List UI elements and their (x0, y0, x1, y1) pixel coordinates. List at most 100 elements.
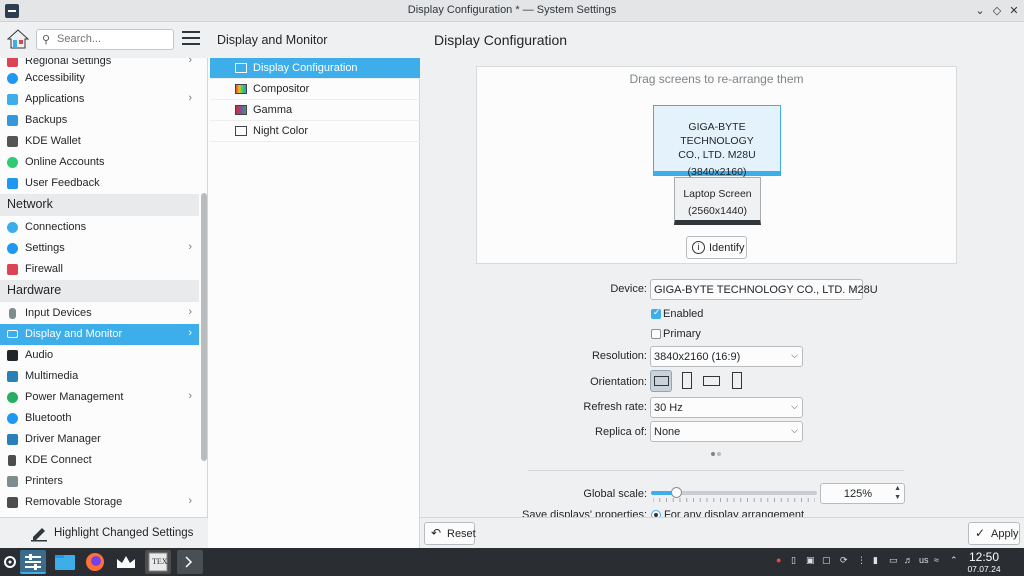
sidebar-item-driver-manager[interactable]: Driver Manager (0, 429, 199, 450)
taskbar-wine[interactable] (113, 550, 139, 574)
sidebar-item-power-management[interactable]: Power Management › (0, 387, 199, 408)
sidebar-item-input-devices[interactable]: Input Devices › (0, 303, 199, 324)
search-input[interactable] (57, 33, 167, 45)
orientation-portrait-right-button[interactable] (726, 370, 748, 392)
orientation-landscape-button[interactable] (650, 370, 672, 392)
close-button[interactable]: ✕ (1006, 3, 1022, 19)
digital-clock[interactable]: 12:50 07.07.24 (964, 550, 1004, 574)
sidebar-item-label: Applications (25, 93, 85, 105)
tray-notes-icon[interactable]: ▢ (822, 555, 831, 566)
crown-icon (117, 556, 135, 568)
compositor-icon (235, 84, 247, 94)
taskbar-texmaker[interactable]: TEX (145, 550, 171, 574)
sidebar-item-label: Printers (25, 475, 63, 487)
terminal-icon (185, 556, 193, 568)
subcategory-label: Compositor (253, 83, 310, 95)
resolution-select[interactable]: 3840x2160 (16:9) ⌵ (650, 346, 803, 367)
globe-icon (7, 222, 18, 233)
search-field[interactable]: ⚲ (36, 29, 174, 50)
chevron-down-icon: ⌵ (791, 401, 798, 411)
sidebar-item-printers[interactable]: Printers (0, 471, 199, 492)
apply-button[interactable]: ✓ Apply (968, 522, 1020, 545)
sidebar-item-bluetooth[interactable]: Bluetooth (0, 408, 199, 429)
footer-bar (420, 517, 1024, 548)
taskbar-konsole[interactable] (177, 550, 203, 574)
portrait-left-icon (682, 372, 692, 389)
primary-checkbox[interactable] (651, 329, 661, 339)
resolution-label: Resolution: (591, 350, 647, 362)
subcategory-gamma[interactable]: Gamma (210, 100, 420, 121)
sidebar-item-audio[interactable]: Audio (0, 345, 199, 366)
identify-button[interactable]: i Identify (686, 236, 747, 259)
sidebar-item-connections[interactable]: Connections (0, 217, 199, 238)
highlight-changed-settings-button[interactable]: Highlight Changed Settings (0, 517, 208, 548)
mouse-icon (9, 308, 16, 319)
tray-volume-icon[interactable]: ♬ (904, 555, 913, 565)
refresh-rate-select[interactable]: 30 Hz ⌵ (650, 397, 803, 418)
info-icon: i (692, 241, 705, 254)
tray-clipboard-icon[interactable]: ▣ (806, 555, 815, 566)
sidebar-item-network-settings[interactable]: Settings › (0, 238, 199, 259)
sidebar-scrollbar[interactable] (201, 193, 207, 461)
subcategory-label: Display Configuration (253, 62, 358, 74)
screen-giga-byte-m28u[interactable]: GIGA-BYTE TECHNOLOGY CO., LTD. M28U (384… (653, 105, 781, 178)
sidebar-item-label: Backups (25, 114, 68, 126)
global-scale-slider-handle[interactable] (670, 487, 682, 498)
sidebar-item-applications[interactable]: Applications › (0, 89, 199, 110)
applications-icon (7, 94, 18, 105)
sidebar-item-user-feedback[interactable]: User Feedback (0, 173, 199, 194)
sidebar-item-multimedia[interactable]: Multimedia (0, 366, 199, 387)
inverted-icon (703, 376, 720, 386)
system-settings-icon (25, 554, 41, 570)
tray-bluetooth-icon[interactable]: ⋮ (857, 555, 866, 566)
replica-of-select[interactable]: None ⌵ (650, 421, 803, 442)
sidebar-item-label: Connections (25, 221, 87, 233)
subcategory-night-color[interactable]: Night Color (210, 121, 420, 142)
tray-keyboard-layout[interactable]: us (919, 555, 929, 565)
tray-app-icon[interactable]: ● (776, 555, 781, 565)
tray-wifi-icon[interactable]: ≈ (934, 555, 939, 565)
reset-button[interactable]: ↶ Reset (424, 522, 476, 545)
tray-kde-connect-icon[interactable]: ▯ (791, 555, 796, 566)
sidebar-item-online-accounts[interactable]: Online Accounts (0, 152, 199, 173)
home-icon[interactable] (7, 28, 29, 50)
device-value: GIGA-BYTE TECHNOLOGY CO., LTD. M28U (654, 284, 878, 296)
global-scale-spinbox[interactable]: 125% ▲ ▼ (820, 483, 905, 504)
subcategory-compositor[interactable]: Compositor (210, 79, 420, 100)
tray-update-icon[interactable]: ⟳ (840, 555, 848, 566)
application-launcher-button[interactable] (2, 550, 18, 574)
subcategory-display-configuration[interactable]: Display Configuration (210, 58, 420, 79)
screen-laptop[interactable]: Laptop Screen (2560x1440) (674, 177, 761, 225)
orientation-portrait-left-button[interactable] (676, 370, 698, 392)
page-indicator[interactable] (711, 447, 723, 459)
tray-expand-icon[interactable]: ⌃ (950, 555, 958, 566)
identify-label: Identify (709, 242, 745, 254)
orientation-label: Orientation: (590, 376, 647, 388)
tray-display-icon[interactable]: ▭ (889, 555, 898, 566)
sidebar-item-kde-connect[interactable]: KDE Connect (0, 450, 199, 471)
svg-text:TEX: TEX (152, 557, 168, 566)
sidebar-item-accessibility[interactable]: Accessibility (0, 68, 199, 89)
bluetooth-icon (7, 413, 18, 424)
flag-icon (7, 58, 18, 67)
device-select[interactable]: GIGA-BYTE TECHNOLOGY CO., LTD. M28U ⌵ (650, 279, 878, 300)
minimize-button[interactable]: ⌄ (972, 3, 988, 19)
enabled-checkbox[interactable] (651, 307, 661, 319)
taskbar-system-settings[interactable] (20, 550, 46, 574)
sidebar-item-removable-storage[interactable]: Removable Storage › (0, 492, 199, 513)
screen-name-line2: CO., LTD. M28U (678, 149, 756, 161)
orientation-inverted-button[interactable] (701, 370, 723, 392)
chevron-right-icon: › (188, 495, 192, 507)
global-scale-slider-ticks (653, 498, 815, 502)
taskbar-firefox[interactable] (82, 550, 108, 574)
sidebar-item-kde-wallet[interactable]: KDE Wallet (0, 131, 199, 152)
taskbar-dolphin[interactable] (52, 550, 78, 574)
sidebar-item-firewall[interactable]: Firewall (0, 259, 199, 280)
network-settings-icon (7, 243, 18, 254)
tray-battery-icon[interactable]: ▮ (873, 555, 878, 566)
hamburger-menu-button[interactable] (182, 31, 200, 47)
maximize-button[interactable]: ◇ (989, 3, 1005, 19)
sidebar-item-display-and-monitor[interactable]: Display and Monitor › (0, 324, 199, 345)
sidebar-item-backups[interactable]: Backups (0, 110, 199, 131)
landscape-icon (654, 376, 669, 386)
